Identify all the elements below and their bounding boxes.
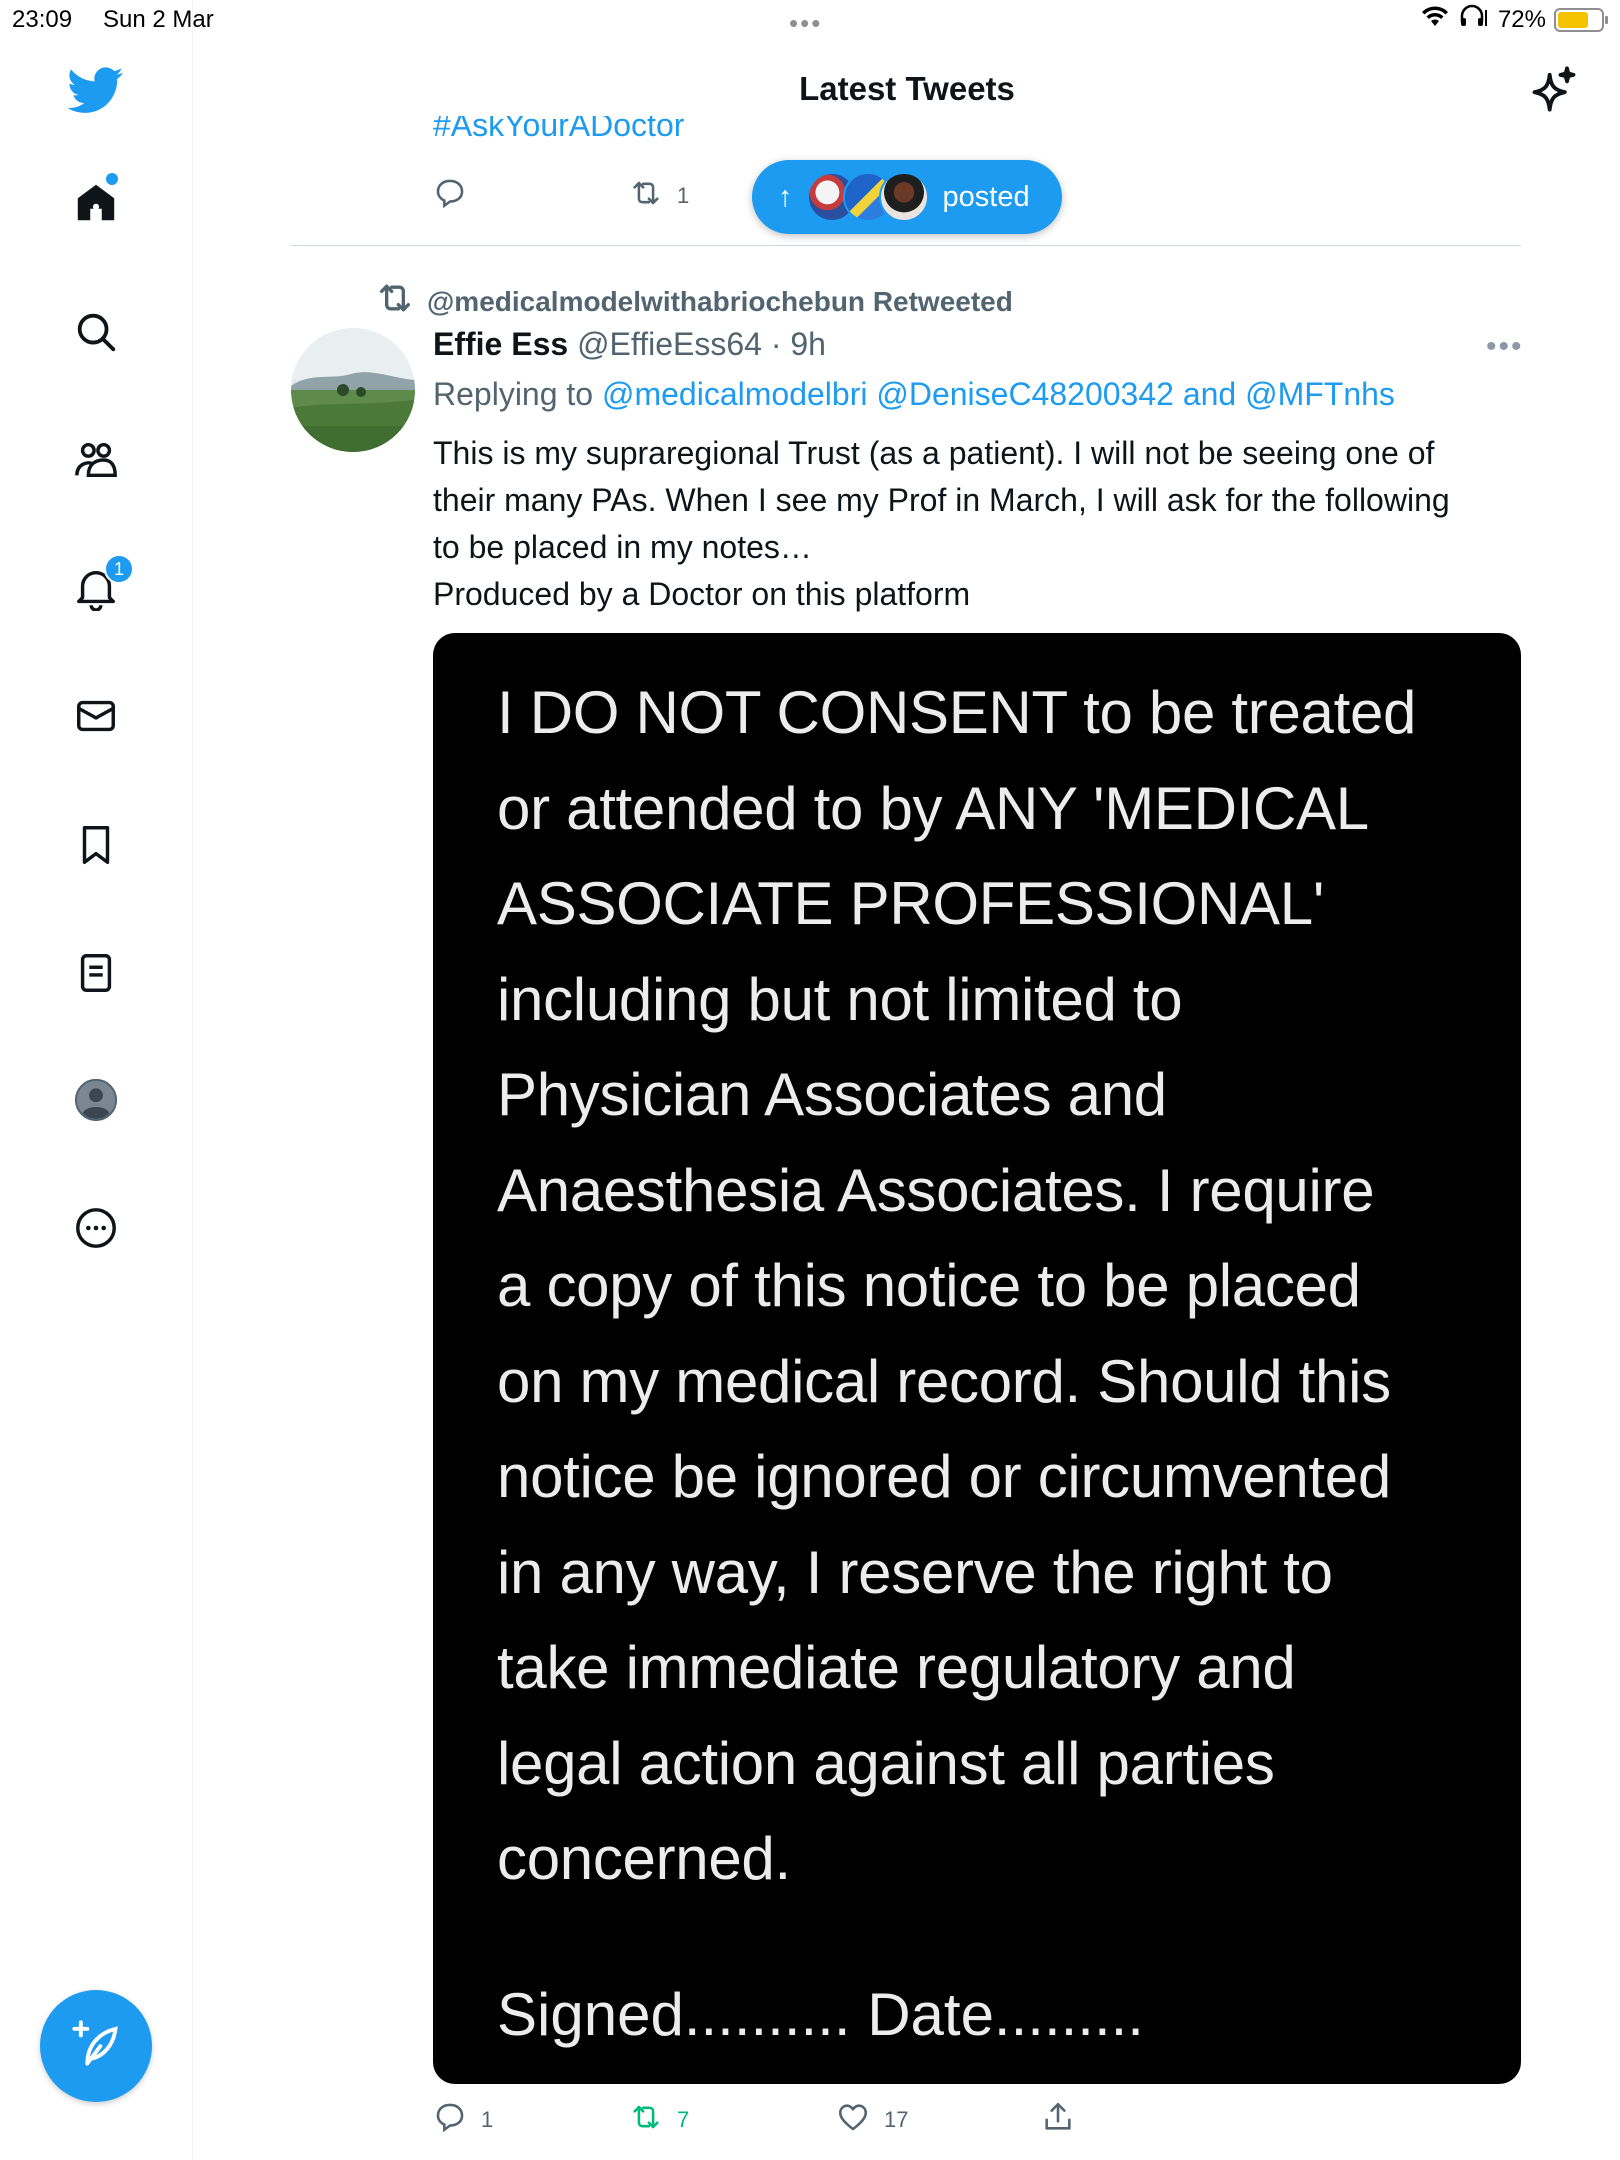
battery-percent: 72% bbox=[1497, 5, 1546, 33]
like-count: 17 bbox=[884, 2107, 909, 2132]
reply-target-link[interactable]: @medicalmodelbri @DeniseC48200342 bbox=[602, 376, 1174, 412]
communities-icon[interactable] bbox=[66, 430, 126, 490]
image-text-line: Physician Associates and bbox=[497, 1061, 1167, 1128]
home-new-dot bbox=[106, 173, 118, 185]
image-notice-text: I DO NOT CONSENT to be treated or attend… bbox=[497, 665, 1507, 1907]
retweet-icon bbox=[629, 2100, 663, 2140]
retweet-count: 7 bbox=[677, 2107, 690, 2132]
status-bar: 23:09 Sun 2 Mar ••• 72% bbox=[0, 0, 1620, 40]
tweet-actions: 1 7 17 bbox=[433, 2100, 1533, 2144]
status-right: 72% bbox=[1420, 4, 1608, 35]
bookmark-icon[interactable] bbox=[66, 815, 126, 875]
reply-count: 1 bbox=[481, 2107, 494, 2132]
retweet-button[interactable]: 7 bbox=[629, 2100, 689, 2140]
notifications-badge: 1 bbox=[104, 554, 134, 584]
share-icon bbox=[1041, 2100, 1075, 2140]
previous-reply-button[interactable] bbox=[433, 176, 467, 216]
new-posts-pill[interactable]: ↑ posted bbox=[752, 160, 1062, 234]
replying-to: Replying to @medicalmodelbri @DeniseC482… bbox=[433, 376, 1395, 413]
arrow-up-icon: ↑ bbox=[778, 180, 793, 213]
sparkle-icon[interactable] bbox=[1528, 64, 1580, 116]
posted-label: posted bbox=[942, 180, 1030, 213]
headphones-icon bbox=[1458, 4, 1490, 35]
image-text-line: including but not limited to bbox=[497, 965, 1183, 1033]
compose-tweet-button[interactable] bbox=[40, 1990, 152, 2102]
image-text-line: take immediate regulatory and bbox=[497, 1634, 1296, 1701]
retweeted-by[interactable]: @medicalmodelwithabriochebun Retweeted bbox=[375, 278, 1013, 325]
wifi-icon bbox=[1420, 4, 1450, 35]
previous-tweet-hashtag[interactable]: #AskYourADoctor bbox=[433, 116, 684, 146]
reply-icon bbox=[433, 176, 467, 216]
share-button[interactable] bbox=[1041, 2100, 1075, 2140]
tweet-text-line: Produced by a Doctor on this platform bbox=[433, 576, 971, 612]
tweet-header: Effie Ess @EffieEss64 · 9h bbox=[433, 326, 826, 363]
image-text-line: concerned. bbox=[497, 1825, 791, 1892]
posted-avatars bbox=[806, 172, 929, 222]
author-handle-time: @EffieEss64 · 9h bbox=[568, 326, 826, 362]
image-text-line: a copy of this notice to be placed bbox=[497, 1252, 1361, 1319]
retweeted-by-label: @medicalmodelwithabriochebun Retweeted bbox=[427, 285, 1013, 317]
previous-retweet-count: 1 bbox=[677, 183, 690, 208]
image-text-line: Anaesthesia Associates. I require bbox=[497, 1156, 1375, 1224]
tweet-image[interactable]: I DO NOT CONSENT to be treated or attend… bbox=[433, 633, 1521, 2084]
avatar bbox=[878, 172, 929, 222]
twitter-bird-icon[interactable] bbox=[66, 60, 126, 120]
more-options-icon[interactable]: ••• bbox=[1486, 330, 1524, 364]
reply-target-link[interactable]: @MFTnhs bbox=[1245, 376, 1395, 412]
tweet-text-line: to be placed in my notes… bbox=[433, 529, 812, 565]
image-text-line: on my medical record. Should this bbox=[497, 1347, 1391, 1415]
page-title: Latest Tweets bbox=[799, 70, 1015, 107]
image-signed-line: Signed.......... Date......... bbox=[497, 1981, 1144, 2048]
author-name[interactable]: Effie Ess bbox=[433, 326, 568, 362]
battery-icon bbox=[1554, 7, 1608, 32]
tweet-text-line: This is my supraregional Trust (as a pat… bbox=[433, 435, 1435, 471]
profile-icon[interactable] bbox=[66, 1070, 126, 1130]
search-icon[interactable] bbox=[66, 302, 126, 362]
tweet-text-line: their many PAs. When I see my Prof in Ma… bbox=[433, 482, 1450, 518]
retweet-small-icon bbox=[375, 278, 415, 325]
multitasking-dots[interactable]: ••• bbox=[789, 8, 822, 39]
image-text-line: in any way, I reserve the right to bbox=[497, 1538, 1333, 1606]
reply-button[interactable]: 1 bbox=[433, 2100, 493, 2140]
sidebar: 1 bbox=[0, 0, 193, 2160]
messages-icon[interactable] bbox=[66, 686, 126, 746]
timeline-header: Latest Tweets bbox=[194, 40, 1620, 140]
image-text-line: ASSOCIATE PROFESSIONAL' bbox=[497, 870, 1324, 937]
compose-tweet-icon bbox=[70, 2018, 122, 2075]
heart-icon bbox=[836, 2100, 870, 2140]
tweet-divider bbox=[291, 245, 1521, 246]
image-text-line: I DO NOT CONSENT to be treated bbox=[497, 679, 1417, 746]
reply-and: and bbox=[1173, 376, 1246, 412]
tweet-text: This is my supraregional Trust (as a pat… bbox=[433, 430, 1533, 618]
image-text-line: notice be ignored or circumvented bbox=[497, 1443, 1391, 1510]
retweet-icon bbox=[629, 176, 663, 216]
image-text-line: or attended to by ANY 'MEDICAL bbox=[497, 774, 1369, 842]
replying-prefix: Replying to bbox=[433, 376, 602, 412]
previous-retweet-button[interactable]: 1 bbox=[629, 176, 689, 216]
avatar[interactable] bbox=[291, 328, 415, 452]
lists-icon[interactable] bbox=[66, 943, 126, 1003]
image-text-line: legal action against all parties bbox=[497, 1729, 1275, 1797]
reply-icon bbox=[433, 2100, 467, 2140]
like-button[interactable]: 17 bbox=[836, 2100, 908, 2140]
more-icon[interactable] bbox=[66, 1198, 126, 1258]
